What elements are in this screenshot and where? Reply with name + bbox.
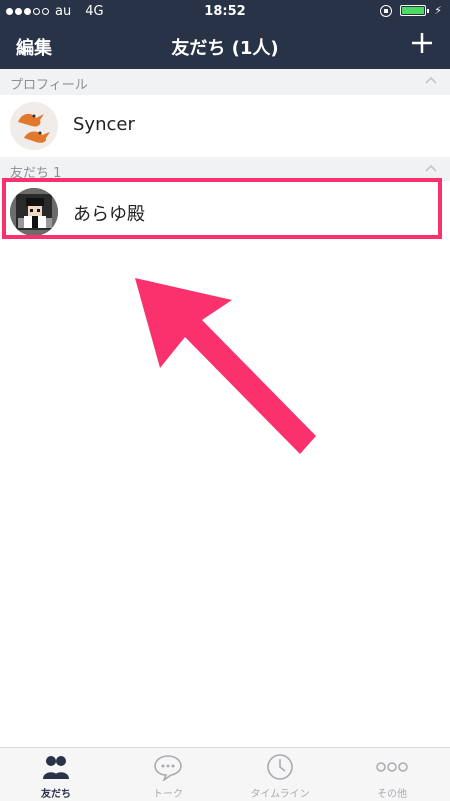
- tab-label-talk: トーク: [153, 789, 183, 800]
- tab-bar: 友だち トーク タイムライン その他: [0, 747, 450, 801]
- section-label-friends: 友だち 1: [10, 166, 62, 181]
- rotation-lock-icon: [380, 4, 393, 17]
- section-header-friends[interactable]: 友だち 1: [0, 157, 450, 184]
- navigation-bar: 編集 友だち (1人): [0, 24, 450, 69]
- page-title: 友だち (1人): [171, 38, 279, 59]
- clock-icon: [267, 754, 293, 780]
- status-bar: au 4G 18:52 ⚡: [0, 0, 450, 24]
- friend-row[interactable]: あらゆ殿: [0, 181, 450, 243]
- friend-name: あらゆ殿: [73, 204, 145, 225]
- status-right: ⚡: [380, 4, 442, 17]
- tab-label-more: その他: [377, 789, 407, 800]
- chevron-up-icon[interactable]: [424, 75, 438, 85]
- section-header-profile[interactable]: プロフィール: [0, 69, 450, 96]
- tab-label-timeline: タイムライン: [250, 789, 310, 800]
- profile-name: Syncer: [73, 114, 135, 135]
- pixel-character-avatar: [10, 188, 58, 236]
- plus-icon[interactable]: [408, 29, 436, 57]
- tab-more[interactable]: その他: [336, 748, 448, 801]
- chat-bubble-icon: [154, 755, 182, 781]
- tab-friends[interactable]: 友だち: [0, 748, 112, 801]
- tab-label-friends: 友だち: [41, 789, 71, 800]
- tab-timeline[interactable]: タイムライン: [224, 748, 336, 801]
- tab-talk[interactable]: トーク: [112, 748, 224, 801]
- orange-bird-avatar: [10, 102, 58, 150]
- more-dots-icon: [376, 762, 408, 772]
- profile-row[interactable]: Syncer: [0, 95, 450, 157]
- section-label-profile: プロフィール: [10, 78, 88, 93]
- friends-icon: [43, 756, 69, 779]
- battery-icon: [400, 5, 430, 16]
- charging-icon: ⚡: [434, 4, 442, 17]
- chevron-up-icon[interactable]: [424, 163, 438, 173]
